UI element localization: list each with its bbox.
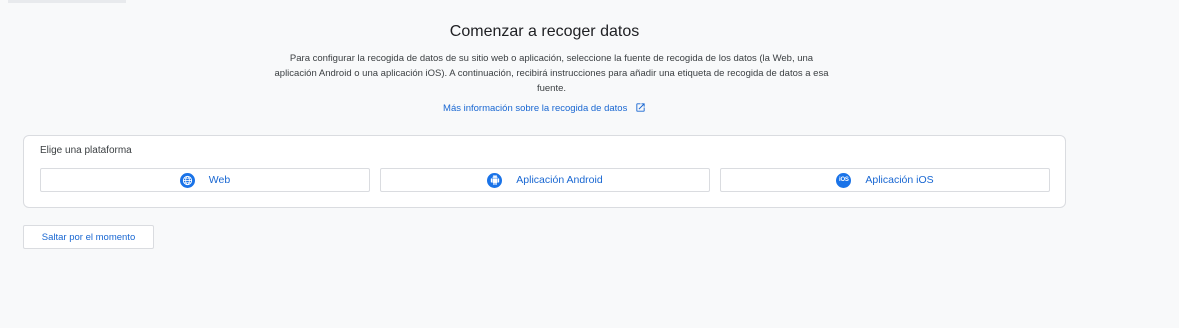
platform-button-web-label: Web — [208, 174, 231, 186]
skip-for-now-button[interactable]: Saltar por el momento — [23, 225, 154, 249]
platform-button-android-label: Aplicación Android — [516, 174, 603, 186]
top-tab-indicator — [8, 0, 126, 3]
platform-button-android[interactable]: Aplicación Android — [380, 168, 710, 192]
page-description: Para configurar la recogida de datos de … — [274, 53, 829, 94]
platform-button-web[interactable]: Web — [40, 168, 370, 192]
ios-icon-text: iOS — [838, 177, 849, 183]
platform-card-label: Elige una plataforma — [40, 145, 132, 156]
more-info-link-label: Más información sobre la recogida de dat… — [443, 103, 628, 114]
open-in-new-icon — [636, 103, 645, 112]
more-info-link[interactable]: Más información sobre la recogida de dat… — [443, 103, 646, 114]
ios-icon: iOS — [836, 172, 852, 188]
page-title: Comenzar a recoger datos — [449, 23, 640, 40]
more-info-link-container: Más información sobre la recogida de dat… — [0, 102, 1089, 114]
platform-button-ios-label: Aplicación iOS — [865, 174, 934, 186]
globe-icon — [179, 172, 195, 188]
platform-button-ios[interactable]: iOS Aplicación iOS — [720, 168, 1050, 192]
android-icon — [487, 172, 503, 188]
platform-card: Elige una plataforma Web Aplicación Andr… — [23, 135, 1066, 208]
